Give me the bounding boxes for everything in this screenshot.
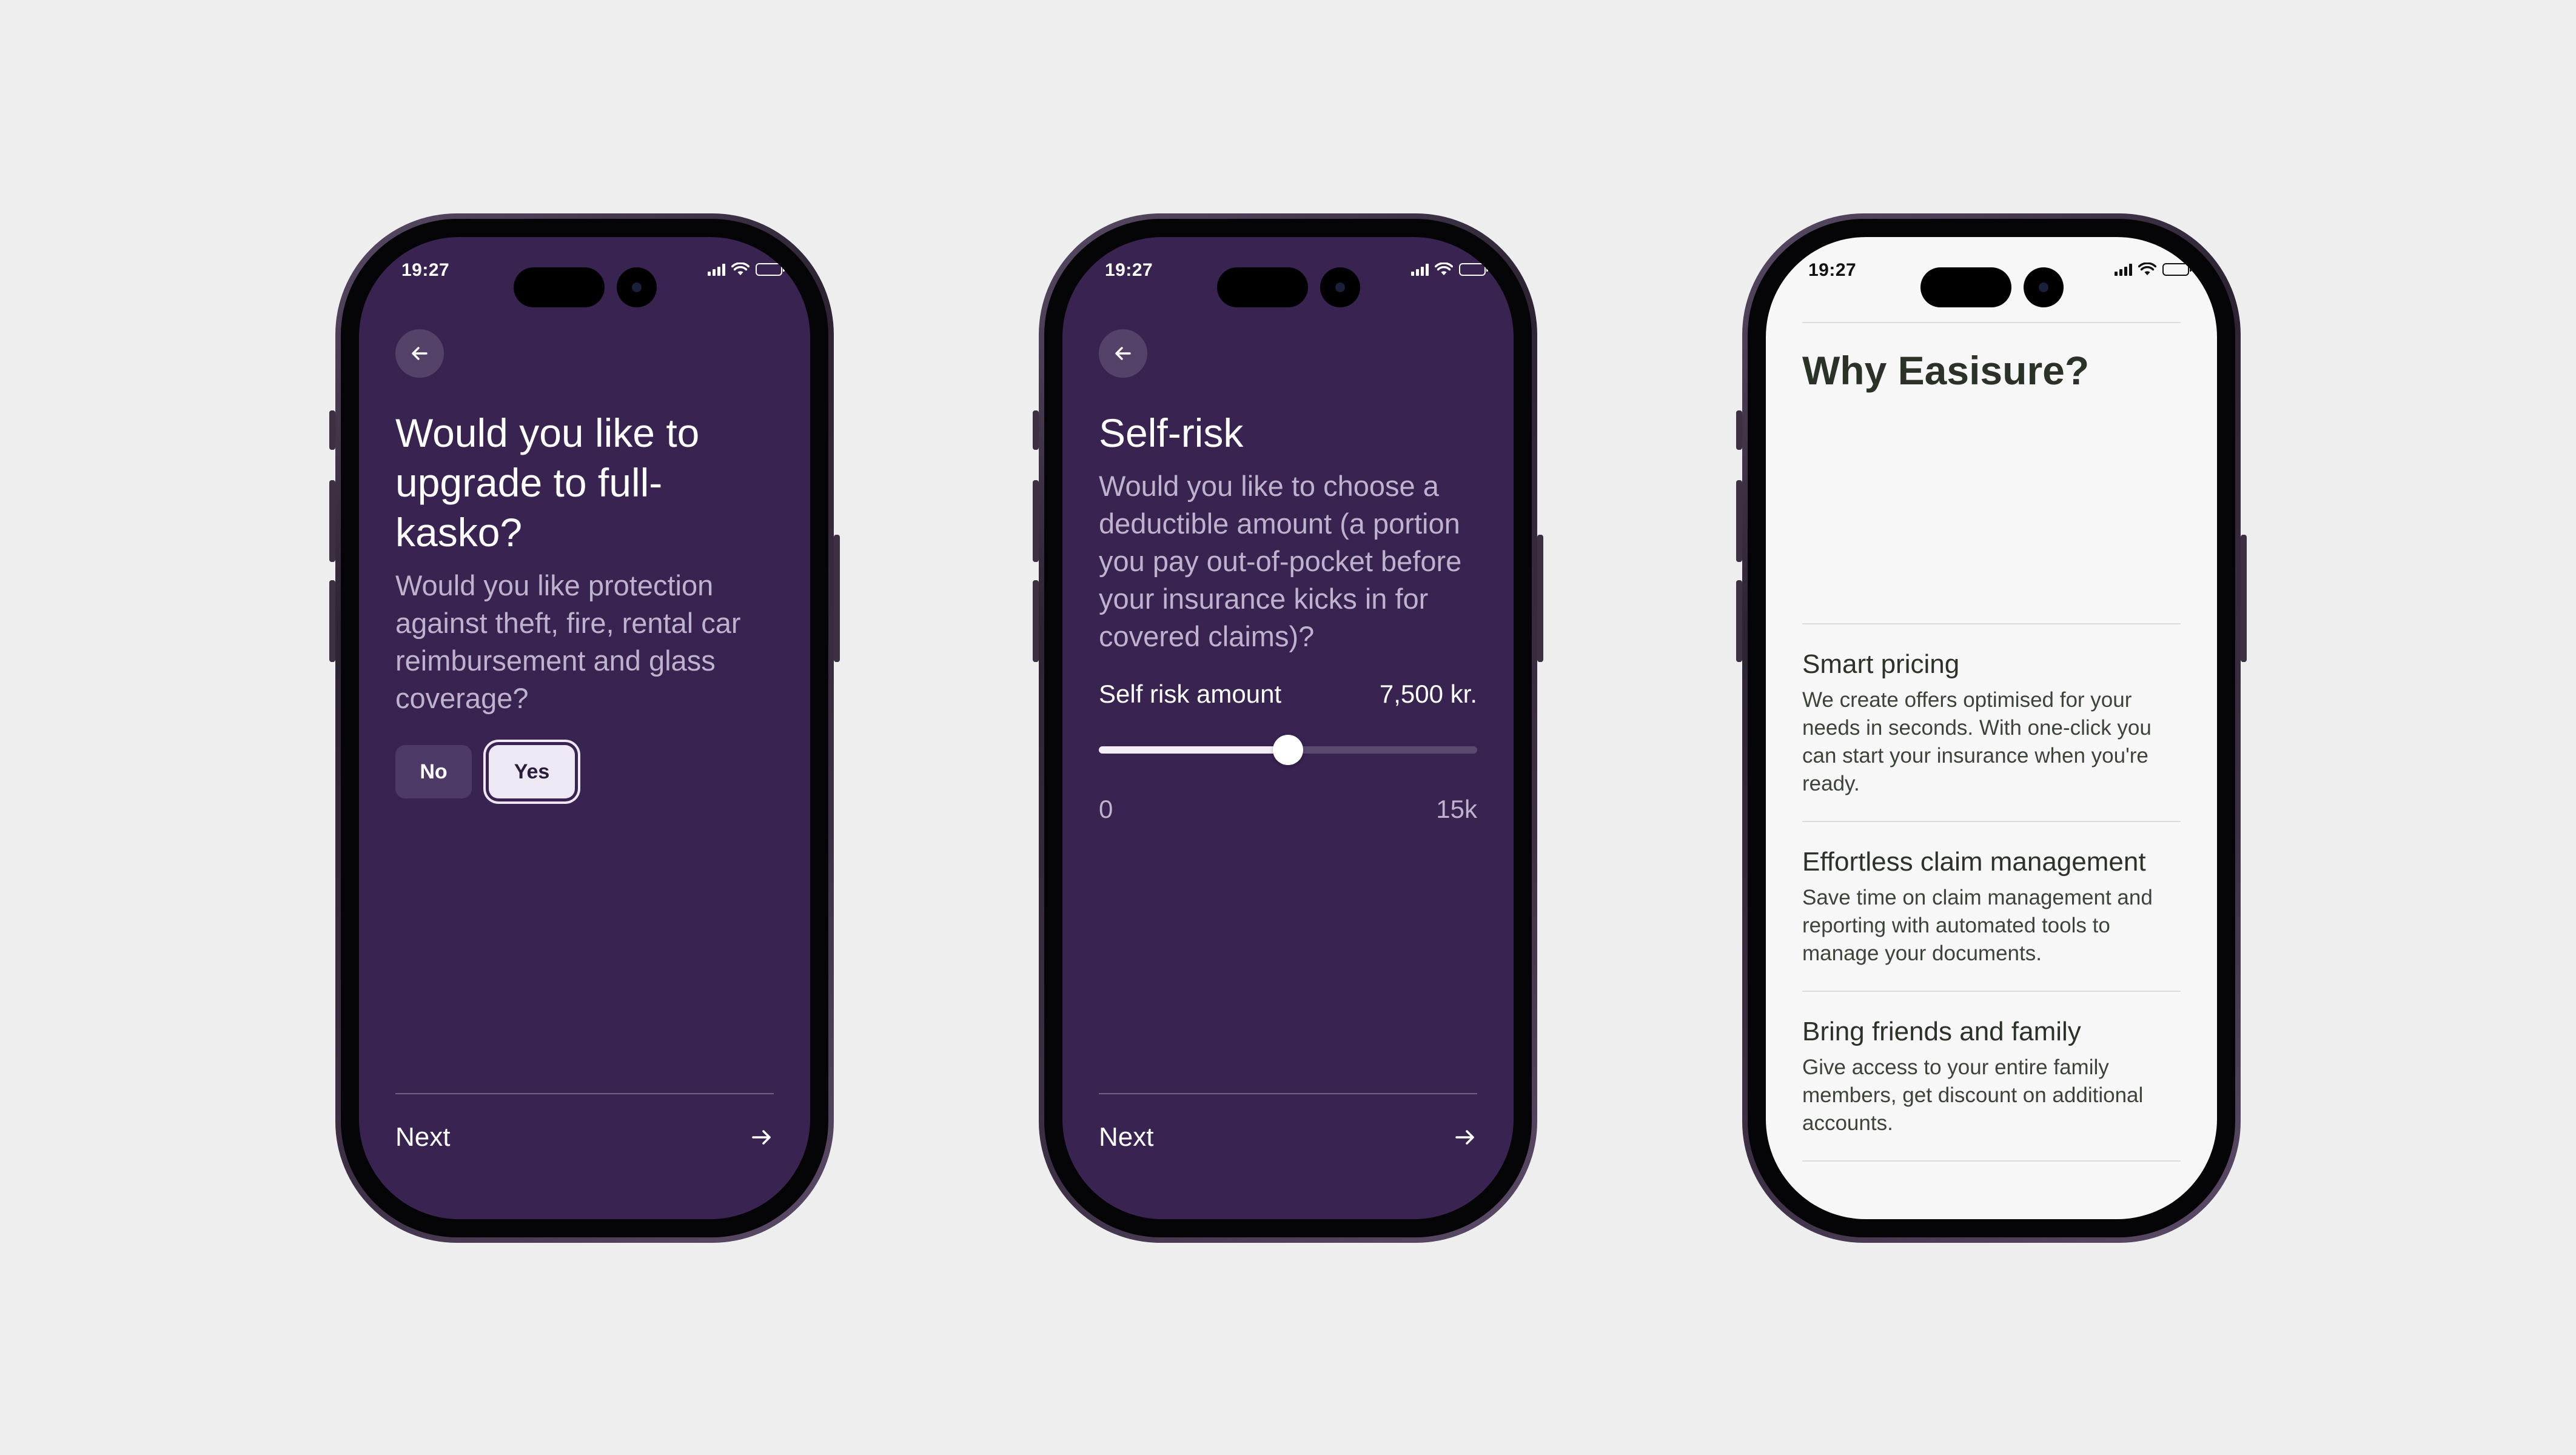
feature-text: Give access to your entire family member…	[1802, 1055, 2144, 1135]
slider-value: 7,500 kr.	[1379, 680, 1477, 708]
status-time: 19:27	[1808, 260, 1857, 280]
wifi-icon	[731, 263, 750, 275]
feature-list: Smart pricing We create offers optimised…	[1802, 623, 2181, 1162]
feature-item: Effortless claim management Save time on…	[1802, 821, 2181, 991]
battery-icon	[756, 263, 785, 276]
front-camera	[2024, 267, 2064, 307]
question-block: Self-risk Would you like to choose a ded…	[1099, 408, 1477, 824]
next-button[interactable]: Next	[395, 1093, 774, 1165]
arrow-left-icon	[1115, 347, 1131, 360]
next-label: Next	[1099, 1122, 1154, 1152]
system-icons	[1411, 261, 1488, 277]
status-time: 19:27	[401, 260, 450, 280]
phone-upgrade: 19:27 Would you like to upgrade to full-…	[329, 213, 840, 1243]
signal-icon	[2115, 263, 2132, 276]
volume-down-button	[329, 580, 335, 662]
feature-title: Bring friends and family	[1802, 1017, 2081, 1046]
slider-header: Self risk amount 7,500 kr.	[1099, 680, 1477, 709]
feature-item: Smart pricing We create offers optimised…	[1802, 623, 2181, 821]
phone-why-easisure: 19:27 Why Easisure? Smart pricing We cre…	[1736, 213, 2247, 1243]
slider-label: Self risk amount	[1099, 680, 1282, 708]
power-button	[2241, 535, 2247, 662]
volume-up-button	[1033, 480, 1039, 562]
volume-down-button	[1736, 580, 1742, 662]
volume-up-button	[329, 480, 335, 562]
system-icons	[708, 261, 785, 277]
status-bar: 19:27	[1766, 237, 2217, 310]
page-title: Why Easisure?	[1802, 348, 2090, 393]
feature-text: We create offers optimised for your need…	[1802, 688, 2152, 795]
slider-range: 0 15k	[1099, 795, 1477, 824]
feature-text: Save time on claim management and report…	[1802, 886, 2153, 965]
wifi-icon	[2138, 263, 2156, 275]
system-icons	[2115, 261, 2192, 277]
volume-down-button	[1033, 580, 1039, 662]
back-button[interactable]	[1099, 329, 1147, 378]
status-bar: 19:27	[1062, 237, 1514, 310]
silent-switch	[329, 410, 335, 450]
battery-icon	[1459, 263, 1488, 276]
question-title: Would you like to upgrade to full-kasko?	[395, 410, 700, 555]
next-label: Next	[395, 1122, 451, 1152]
no-button[interactable]: No	[395, 745, 472, 798]
status-time: 19:27	[1105, 260, 1153, 280]
yes-button[interactable]: Yes	[489, 745, 575, 798]
wifi-icon	[1435, 263, 1453, 275]
signal-icon	[708, 263, 725, 276]
question-title: Self-risk	[1099, 410, 1244, 455]
slider-track[interactable]	[1099, 735, 1477, 765]
power-button	[1537, 535, 1543, 662]
feature-title: Smart pricing	[1802, 649, 1960, 679]
silent-switch	[1033, 410, 1039, 450]
self-risk-slider-block: Self risk amount 7,500 kr. 0 15k	[1099, 680, 1477, 824]
screen-upgrade: 19:27 Would you like to upgrade to full-…	[359, 237, 810, 1219]
next-button[interactable]: Next	[1099, 1093, 1477, 1165]
status-bar: 19:27	[359, 237, 810, 310]
feature-item: Bring friends and family Give access to …	[1802, 991, 2181, 1162]
slider-fill	[1099, 746, 1288, 754]
feature-title: Effortless claim management	[1802, 847, 2146, 877]
phone-self-risk: 19:27 Self-risk Would you like to choose…	[1033, 213, 1543, 1243]
arrow-left-icon	[412, 347, 428, 360]
front-camera	[617, 267, 657, 307]
power-button	[834, 535, 840, 662]
screen-self-risk: 19:27 Self-risk Would you like to choose…	[1062, 237, 1514, 1219]
arrow-right-icon	[752, 1130, 771, 1145]
question-description: Would you like protection against theft,…	[395, 569, 741, 714]
dynamic-island	[514, 267, 605, 307]
signal-icon	[1411, 263, 1429, 276]
battery-icon	[2162, 263, 2192, 276]
silent-switch	[1736, 410, 1742, 450]
screen-why-easisure: 19:27 Why Easisure? Smart pricing We cre…	[1766, 237, 2217, 1219]
top-divider	[1802, 322, 2181, 323]
slider-min-label: 0	[1099, 795, 1113, 823]
dynamic-island	[1920, 267, 2011, 307]
dynamic-island	[1217, 267, 1308, 307]
volume-up-button	[1736, 480, 1742, 562]
slider-thumb[interactable]	[1273, 735, 1303, 765]
front-camera	[1320, 267, 1360, 307]
arrow-right-icon	[1455, 1130, 1474, 1145]
question-block: Would you like to upgrade to full-kasko?…	[395, 408, 774, 798]
slider-max-label: 15k	[1436, 795, 1477, 823]
back-button[interactable]	[395, 329, 444, 378]
choice-group: No Yes	[395, 745, 774, 798]
question-description: Would you like to choose a deductible am…	[1099, 470, 1462, 652]
